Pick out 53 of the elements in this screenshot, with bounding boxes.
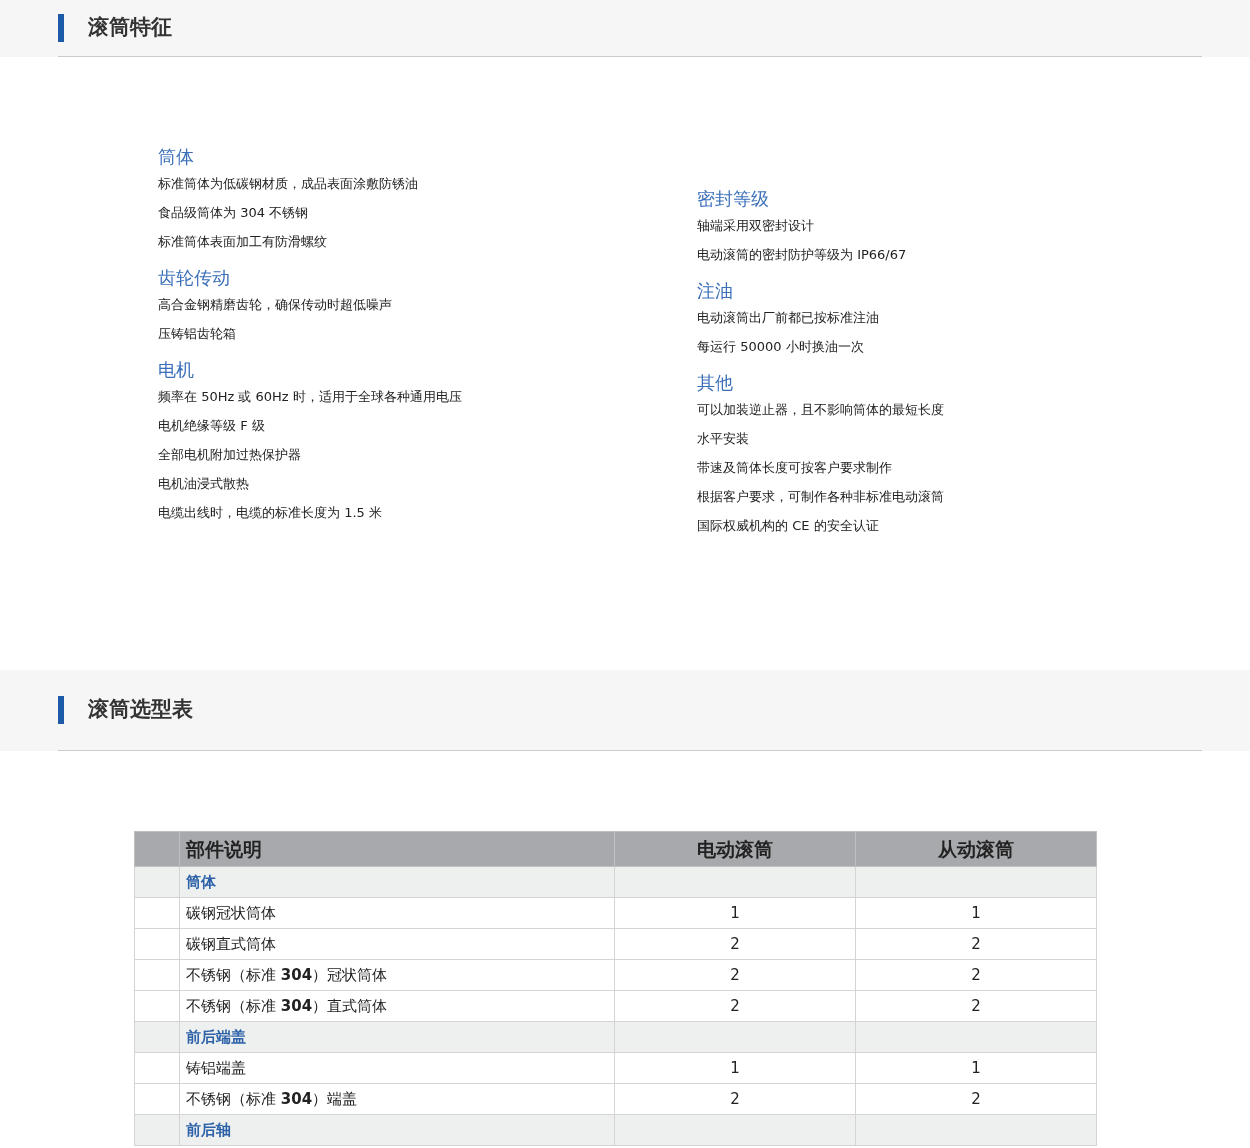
feature-text: 食品级筒体为 304 不锈钢 bbox=[158, 204, 310, 222]
section-title: 滚筒选型表 bbox=[88, 696, 193, 724]
feature-text: 压铸铝齿轮箱 bbox=[158, 325, 237, 343]
table-cell: 2 bbox=[855, 959, 1097, 991]
feature-text: 可以加装逆止器，且不影响筒体的最短长度 bbox=[697, 401, 945, 419]
table-cell: 1 bbox=[614, 1052, 856, 1084]
table-cell: 碳钢冠状筒体 bbox=[179, 897, 615, 929]
feature-text: 电机绝缘等级 F 级 bbox=[158, 417, 266, 435]
table-cell: 不锈钢（标准 304）端盖 bbox=[179, 1083, 615, 1115]
table-cell: 不锈钢（标准 304）冠状筒体 bbox=[179, 959, 615, 991]
feature-text: 水平安装 bbox=[697, 430, 750, 448]
feature-text: 电动滚筒出厂前都已按标准注油 bbox=[697, 309, 880, 327]
feature-text: 电机油浸式散热 bbox=[158, 475, 250, 493]
table-cell: 2 bbox=[855, 990, 1097, 1022]
feature-text: 根据客户要求，可制作各种非标准电动滚筒 bbox=[697, 488, 945, 506]
feature-text: 带速及筒体长度可按客户要求制作 bbox=[697, 459, 893, 477]
table-cell: 1 bbox=[855, 897, 1097, 929]
table-cell: 2 bbox=[614, 990, 856, 1022]
column-header: 部件说明 bbox=[179, 831, 615, 867]
table-cell: 2 bbox=[614, 959, 856, 991]
feature-text: 电动滚筒的密封防护等级为 IP66/67 bbox=[697, 246, 908, 264]
table-cell: 2 bbox=[855, 1083, 1097, 1115]
feature-heading: 齿轮传动 bbox=[158, 266, 231, 290]
feature-text: 每运行 50000 小时换油一次 bbox=[697, 338, 865, 356]
table-cell: 1 bbox=[855, 1052, 1097, 1084]
feature-text: 全部电机附加过热保护器 bbox=[158, 446, 302, 464]
table-cell: 碳钢直式筒体 bbox=[179, 928, 615, 960]
table-cell: 不锈钢（标准 304）直式筒体 bbox=[179, 990, 615, 1022]
group-label: 前后轴 bbox=[186, 1120, 231, 1139]
column-header: 从动滚筒 bbox=[855, 831, 1097, 867]
group-label: 筒体 bbox=[186, 872, 216, 891]
feature-text: 轴端采用双密封设计 bbox=[697, 217, 815, 235]
table-cell: 1 bbox=[614, 897, 856, 929]
column-header: 电动滚筒 bbox=[614, 831, 856, 867]
section-title: 滚筒特征 bbox=[88, 14, 172, 42]
table-cell: 2 bbox=[855, 928, 1097, 960]
feature-heading: 注油 bbox=[697, 279, 734, 303]
feature-heading: 电机 bbox=[158, 358, 195, 382]
feature-heading: 其他 bbox=[697, 371, 734, 395]
accent-bar bbox=[58, 696, 64, 724]
feature-text: 频率在 50Hz 或 60Hz 时，适用于全球各种通用电压 bbox=[158, 388, 463, 406]
table-cell: 2 bbox=[614, 1083, 856, 1115]
feature-text: 标准筒体为低碳钢材质，成品表面涂敷防锈油 bbox=[158, 175, 419, 193]
feature-text: 电缆出线时，电缆的标准长度为 1.5 米 bbox=[158, 504, 383, 522]
feature-text: 标准筒体表面加工有防滑螺纹 bbox=[158, 233, 328, 251]
feature-text: 高合金钢精磨齿轮，确保传动时超低噪声 bbox=[158, 296, 393, 314]
accent-bar bbox=[58, 14, 64, 42]
feature-heading: 密封等级 bbox=[697, 187, 770, 211]
feature-text: 国际权威机构的 CE 的安全认证 bbox=[697, 517, 880, 535]
group-label: 前后端盖 bbox=[186, 1027, 246, 1046]
table-cell: 铸铝端盖 bbox=[179, 1052, 615, 1084]
feature-heading: 筒体 bbox=[158, 145, 195, 169]
table-cell: 2 bbox=[614, 928, 856, 960]
